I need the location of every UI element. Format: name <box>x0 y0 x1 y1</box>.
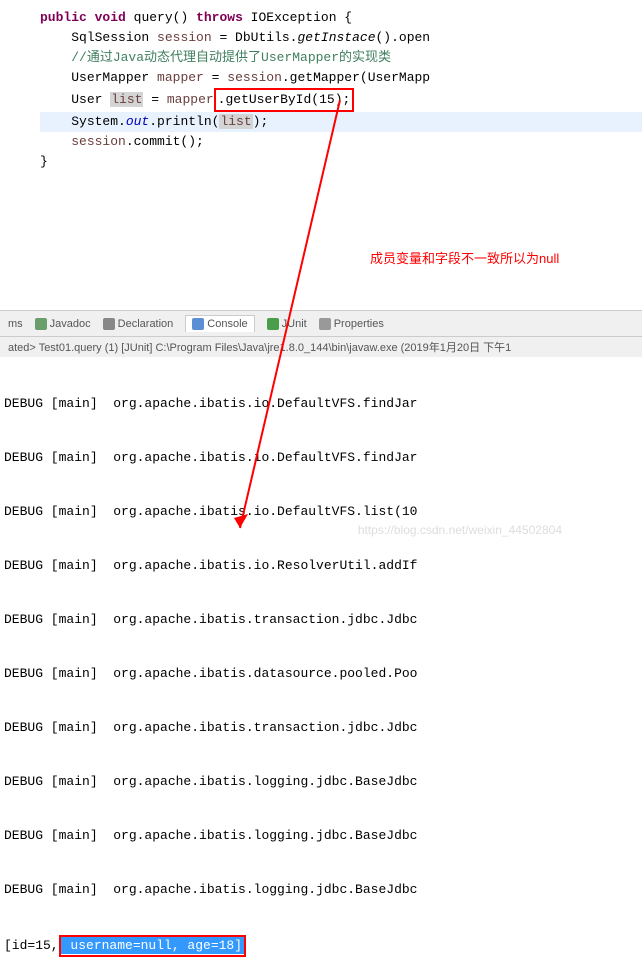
code-text: ().open <box>376 30 431 45</box>
static-method: getInstace <box>297 30 375 45</box>
watermark: https://blog.csdn.net/weixin_44502804 <box>358 523 562 537</box>
code-line: } <box>40 152 642 172</box>
junit-icon <box>267 318 279 330</box>
console-line: DEBUG [main] org.apache.ibatis.transacti… <box>4 611 638 629</box>
tab-declaration[interactable]: Declaration <box>103 315 174 332</box>
tab-label: Properties <box>334 318 384 330</box>
code-text: = <box>143 92 166 107</box>
code-line-current: System.out.println(list); <box>40 112 642 132</box>
console-line: DEBUG [main] org.apache.ibatis.datasourc… <box>4 665 638 683</box>
variable: mapper <box>157 70 204 85</box>
keyword: public <box>40 10 87 25</box>
annotation-text: 成员变量和字段不一致所以为null <box>370 248 559 267</box>
tab-junit[interactable]: JUnit <box>267 315 307 332</box>
tab-console[interactable]: Console <box>185 315 254 332</box>
variable: mapper <box>167 92 214 107</box>
console-line: DEBUG [main] org.apache.ibatis.io.Defaul… <box>4 503 638 521</box>
code-text: .getMapper(UserMapp <box>282 70 430 85</box>
tab-label: Javadoc <box>50 318 91 330</box>
variable: session <box>227 70 282 85</box>
code-editor[interactable]: public void query() throws IOException {… <box>0 0 642 180</box>
console-line: DEBUG [main] org.apache.ibatis.logging.j… <box>4 881 638 899</box>
tab-properties[interactable]: Properties <box>319 315 384 332</box>
tab-ms[interactable]: ms <box>8 315 23 332</box>
code-text: .println( <box>149 114 219 129</box>
code-line: UserMapper mapper = session.getMapper(Us… <box>40 68 642 88</box>
code-text: .commit(); <box>126 134 204 149</box>
code-line: //通过Java动态代理自动提供了UserMapper的实现类 <box>40 48 642 68</box>
console-header: ated> Test01.query (1) [JUnit] C:\Progra… <box>0 337 642 357</box>
keyword: throws <box>196 10 243 25</box>
console-line: DEBUG [main] org.apache.ibatis.io.Defaul… <box>4 395 638 413</box>
console-line: DEBUG [main] org.apache.ibatis.io.Defaul… <box>4 449 638 467</box>
code-text: = <box>204 70 227 85</box>
code-text: IOException { <box>243 10 352 25</box>
variable: session <box>157 30 212 45</box>
code-line: SqlSession session = DbUtils.getInstace(… <box>40 28 642 48</box>
console-line: DEBUG [main] org.apache.ibatis.logging.j… <box>4 773 638 791</box>
tab-javadoc[interactable]: Javadoc <box>35 315 91 332</box>
properties-icon <box>319 318 331 330</box>
code-line: User list = mapper.getUserById(15); <box>40 88 642 112</box>
console-output[interactable]: DEBUG [main] org.apache.ibatis.io.Defaul… <box>0 357 642 977</box>
console-line: DEBUG [main] org.apache.ibatis.io.Resolv… <box>4 557 638 575</box>
variable: session <box>71 134 126 149</box>
annotated-result-box: username=null, age=18] <box>59 935 246 957</box>
code-line: session.commit(); <box>40 132 642 152</box>
code-text: = DbUtils. <box>212 30 298 45</box>
javadoc-icon <box>35 318 47 330</box>
console-line: DEBUG [main] org.apache.ibatis.transacti… <box>4 719 638 737</box>
result-prefix: [id=15, <box>4 938 59 953</box>
code-line: public void query() throws IOException { <box>40 8 642 28</box>
declaration-icon <box>103 318 115 330</box>
comment: //通过Java动态代理自动提供了UserMapper的实现类 <box>71 50 391 65</box>
annotated-code-box: .getUserById(15); <box>214 88 355 112</box>
tab-label: Console <box>207 318 247 330</box>
tab-label: JUnit <box>282 318 307 330</box>
console-line: DEBUG [main] org.apache.ibatis.logging.j… <box>4 827 638 845</box>
keyword: void <box>95 10 126 25</box>
type: SqlSession <box>71 30 157 45</box>
console-icon <box>192 318 204 330</box>
selected-text: username=null, age=18] <box>61 937 244 954</box>
type: UserMapper <box>71 70 157 85</box>
static-field: out <box>126 114 149 129</box>
tabs-bar: ms Javadoc Declaration Console JUnit Pro… <box>0 310 642 337</box>
tab-label: ms <box>8 318 23 330</box>
console-result-line: [id=15, username=null, age=18] <box>4 935 638 957</box>
code-text: System. <box>71 114 126 129</box>
tab-label: Declaration <box>118 318 174 330</box>
code-text: ); <box>253 114 269 129</box>
method-name: query() <box>126 10 196 25</box>
variable-highlighted: list <box>110 92 143 107</box>
variable-highlighted: list <box>219 114 252 129</box>
type: User <box>71 92 110 107</box>
